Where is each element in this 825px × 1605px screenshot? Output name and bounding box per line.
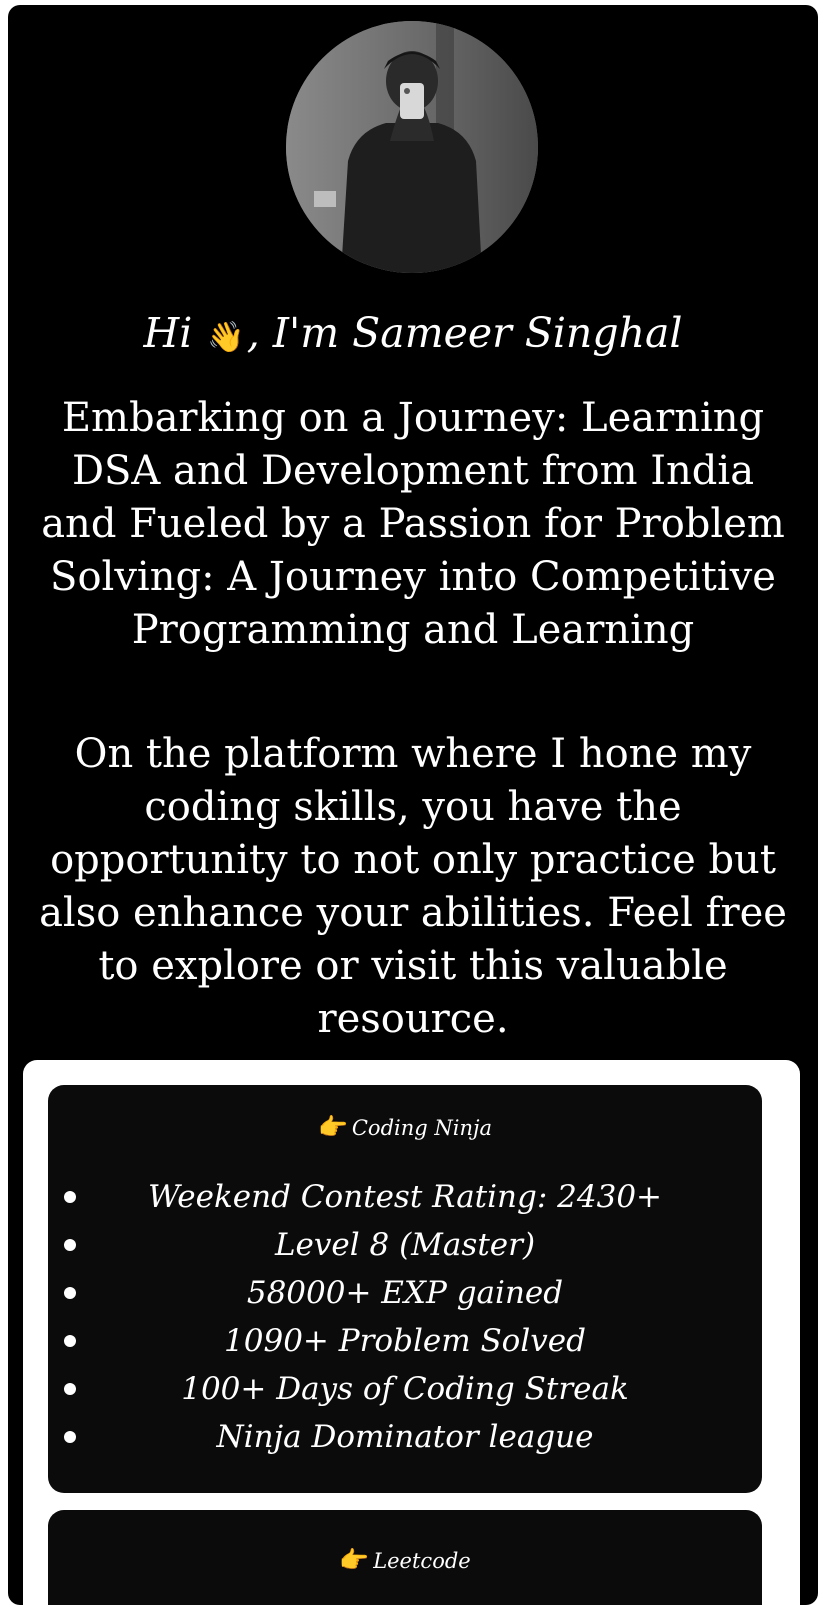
list-item: 58000+ EXP gained [48, 1269, 762, 1317]
leetcode-card[interactable]: 👉 Leetcode [48, 1510, 762, 1605]
pointing-hand-icon: 👉 [317, 1113, 348, 1141]
list-item: Ninja Dominator league [48, 1413, 762, 1461]
pointing-hand-icon: 👉 [339, 1546, 370, 1574]
stats-list: Weekend Contest Rating: 2430+ Level 8 (M… [48, 1173, 762, 1461]
bullet-icon [64, 1287, 76, 1299]
bullet-icon [64, 1383, 76, 1395]
list-item: 1090+ Problem Solved [48, 1317, 762, 1365]
profile-page: Hi 👋, I'm Sameer Singhal Embarking on a … [8, 5, 818, 1605]
list-item: Level 8 (Master) [48, 1221, 762, 1269]
list-item: Weekend Contest Rating: 2430+ [48, 1173, 762, 1221]
card-title-label: Leetcode [373, 1549, 471, 1573]
bullet-icon [64, 1335, 76, 1347]
intro-paragraph: Embarking on a Journey: Learning DSA and… [41, 395, 785, 653]
profile-avatar [286, 21, 538, 273]
card-title: 👉 Coding Ninja [48, 1113, 762, 1141]
card-title: 👉 Leetcode [48, 1546, 762, 1574]
greeting-prefix: Hi [143, 309, 193, 357]
bullet-icon [64, 1239, 76, 1251]
bullet-icon [64, 1191, 76, 1203]
card-title-label: Coding Ninja [351, 1116, 493, 1140]
waving-hand-icon: 👋 [207, 320, 245, 355]
greeting-name: , I'm Sameer Singhal [246, 309, 683, 357]
bullet-icon [64, 1431, 76, 1443]
list-item: 100+ Days of Coding Streak [48, 1365, 762, 1413]
coding-ninja-card[interactable]: 👉 Coding Ninja Weekend Contest Rating: 24… [48, 1085, 762, 1493]
platform-paragraph: On the platform where I hone my coding s… [39, 731, 787, 1042]
greeting-heading: Hi 👋, I'm Sameer Singhal [8, 305, 818, 366]
